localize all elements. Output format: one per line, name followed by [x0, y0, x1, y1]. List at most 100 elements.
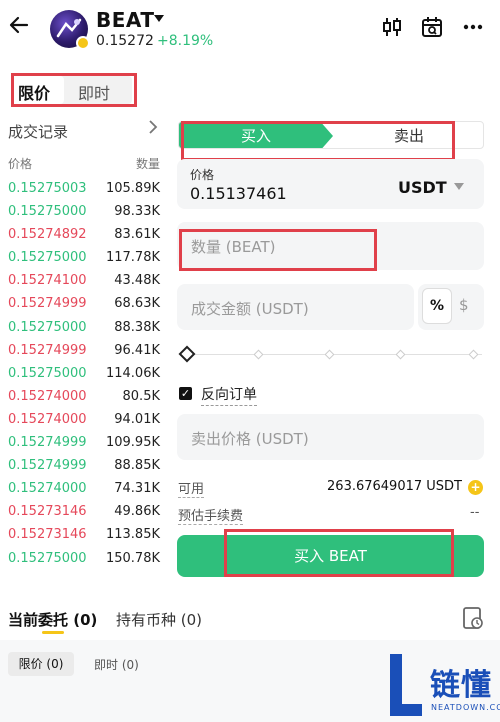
add-funds-icon[interactable]: + [468, 480, 483, 495]
trade-price: 0.15274892 [8, 227, 87, 243]
table-row[interactable]: 0.15274999 109.95K [0, 432, 168, 455]
dollar-toggle[interactable]: $ [459, 296, 469, 314]
amount-slider-track[interactable] [190, 354, 482, 355]
trade-price: 0.15273146 [8, 504, 87, 520]
fee-value: -- [470, 505, 480, 520]
token-avatar [50, 10, 90, 50]
trade-price: 0.15273146 [8, 527, 87, 543]
trade-qty: 98.33K [114, 204, 160, 220]
trade-qty: 96.41K [114, 342, 160, 358]
table-row[interactable]: 0.15274999 68.63K [0, 293, 168, 316]
more-options-icon[interactable] [462, 16, 484, 38]
token-price: 0.15272 [96, 33, 154, 49]
trade-price: 0.15274000 [8, 411, 87, 427]
slider-step-25[interactable] [253, 349, 264, 360]
trade-price: 0.15274000 [8, 481, 87, 497]
trade-records-list: 0.15275003 105.89K 0.15275000 98.33K 0.15274… [0, 178, 168, 571]
percent-toggle[interactable]: % [422, 288, 452, 324]
tab-limit-order[interactable]: 限价 [18, 80, 50, 104]
slider-step-50[interactable] [324, 349, 335, 360]
trade-price: 0.15275000 [8, 365, 87, 381]
available-label: 可用 [178, 478, 205, 498]
unit-dropdown-icon[interactable] [454, 183, 464, 190]
table-row[interactable]: 0.15275003 105.89K [0, 178, 168, 201]
tab-current-orders[interactable]: 当前委托 (0) [8, 609, 97, 630]
price-unit-select[interactable]: USDT [398, 178, 447, 197]
price-change: +8.19% [157, 33, 214, 49]
table-row[interactable]: 0.15275000 150.78K [0, 548, 168, 571]
tab-market-order[interactable]: 即时 [78, 80, 110, 104]
tab-holdings[interactable]: 持有币种 (0) [116, 609, 202, 630]
symbol-dropdown-icon[interactable] [154, 15, 164, 22]
sell-tab[interactable]: 卖出 [333, 122, 483, 148]
table-row[interactable]: 0.15275000 114.06K [0, 363, 168, 386]
order-history-icon[interactable] [462, 606, 484, 630]
price-input-value[interactable]: 0.15137461 [190, 184, 287, 203]
chevron-right-icon[interactable] [148, 119, 158, 139]
table-row[interactable]: 0.15275000 117.78K [0, 247, 168, 270]
token-symbol[interactable]: BEAT [96, 8, 154, 32]
price-label: 价格 [190, 168, 215, 182]
trade-qty: 117.78K [105, 250, 160, 266]
calendar-search-icon[interactable] [421, 16, 443, 38]
available-balance: 263.67649017 USDT [327, 479, 462, 494]
slider-step-75[interactable] [395, 349, 406, 360]
trade-qty: 88.38K [114, 319, 160, 335]
sell-price-input[interactable]: 卖出价格 (USDT) [177, 414, 484, 460]
slider-step-100[interactable] [468, 349, 479, 360]
table-row[interactable]: 0.15274999 96.41K [0, 340, 168, 363]
table-row[interactable]: 0.15275000 98.33K [0, 201, 168, 224]
qty-column-header: 数量 [136, 157, 161, 171]
table-row[interactable]: 0.15274000 74.31K [0, 478, 168, 501]
quantity-input[interactable]: 数量 (BEAT) [177, 222, 484, 270]
table-row[interactable]: 0.15274000 94.01K [0, 409, 168, 432]
buy-submit-button[interactable]: 买入 BEAT [177, 535, 484, 577]
trade-price: 0.15275003 [8, 181, 87, 196]
trade-price: 0.15275000 [8, 319, 87, 335]
watermark-logo-icon [388, 652, 424, 718]
reverse-order-label[interactable]: 反向订单 [201, 384, 257, 406]
trade-qty: 109.95K [105, 435, 160, 451]
trade-price: 0.15275000 [8, 250, 87, 266]
back-arrow-icon[interactable] [8, 14, 34, 40]
table-row[interactable]: 0.15275000 88.38K [0, 317, 168, 340]
filter-limit[interactable]: 限价 (0) [8, 652, 74, 676]
table-row[interactable]: 0.15273146 49.86K [0, 501, 168, 524]
slider-thumb[interactable] [178, 345, 196, 363]
trade-price: 0.15274000 [8, 388, 87, 404]
top-header: BEAT 0.15272 +8.19% [0, 0, 500, 62]
amount-placeholder: 成交金额 (USDT) [191, 300, 309, 318]
buy-sell-toggle: 买入 卖出 [178, 121, 484, 149]
trade-price: 0.15274999 [8, 296, 87, 312]
chain-badge-icon [76, 36, 90, 50]
table-row[interactable]: 0.15273146 113.85K [0, 524, 168, 547]
table-row[interactable]: 0.15274000 80.5K [0, 386, 168, 409]
buy-tab[interactable]: 买入 [179, 122, 333, 148]
trade-qty: 49.86K [114, 504, 160, 520]
trade-qty: 88.85K [114, 458, 160, 474]
amount-input[interactable]: 成交金额 (USDT) [177, 284, 414, 330]
trade-qty: 114.06K [105, 365, 160, 381]
table-row[interactable]: 0.15274999 88.85K [0, 455, 168, 478]
trade-price: 0.15274100 [8, 273, 87, 289]
trade-qty: 68.63K [114, 296, 160, 312]
reverse-order-checkbox[interactable]: ✓ [179, 387, 192, 400]
trade-price: 0.15274999 [8, 342, 87, 358]
candlestick-chart-icon[interactable] [382, 16, 402, 38]
trade-price: 0.15275000 [8, 550, 87, 566]
sub-filter-bar [0, 640, 500, 722]
trade-qty: 150.78K [105, 550, 160, 566]
watermark-text: 链懂 [430, 668, 492, 703]
trade-qty: 74.31K [114, 481, 160, 497]
trade-price: 0.15274999 [8, 435, 87, 451]
fee-label: 预估手续费 [178, 505, 244, 525]
filter-market[interactable]: 即时 (0) [94, 656, 139, 673]
watermark-subtext: NEATDOWN.COM [431, 703, 500, 712]
table-row[interactable]: 0.15274892 83.61K [0, 224, 168, 247]
trade-qty: 113.85K [105, 527, 160, 543]
trade-qty: 80.5K [122, 388, 160, 404]
table-row[interactable]: 0.15274100 43.48K [0, 270, 168, 293]
active-tab-underline [42, 631, 64, 634]
trade-records-title[interactable]: 成交记录 [8, 121, 68, 142]
sell-price-placeholder: 卖出价格 (USDT) [191, 430, 309, 448]
